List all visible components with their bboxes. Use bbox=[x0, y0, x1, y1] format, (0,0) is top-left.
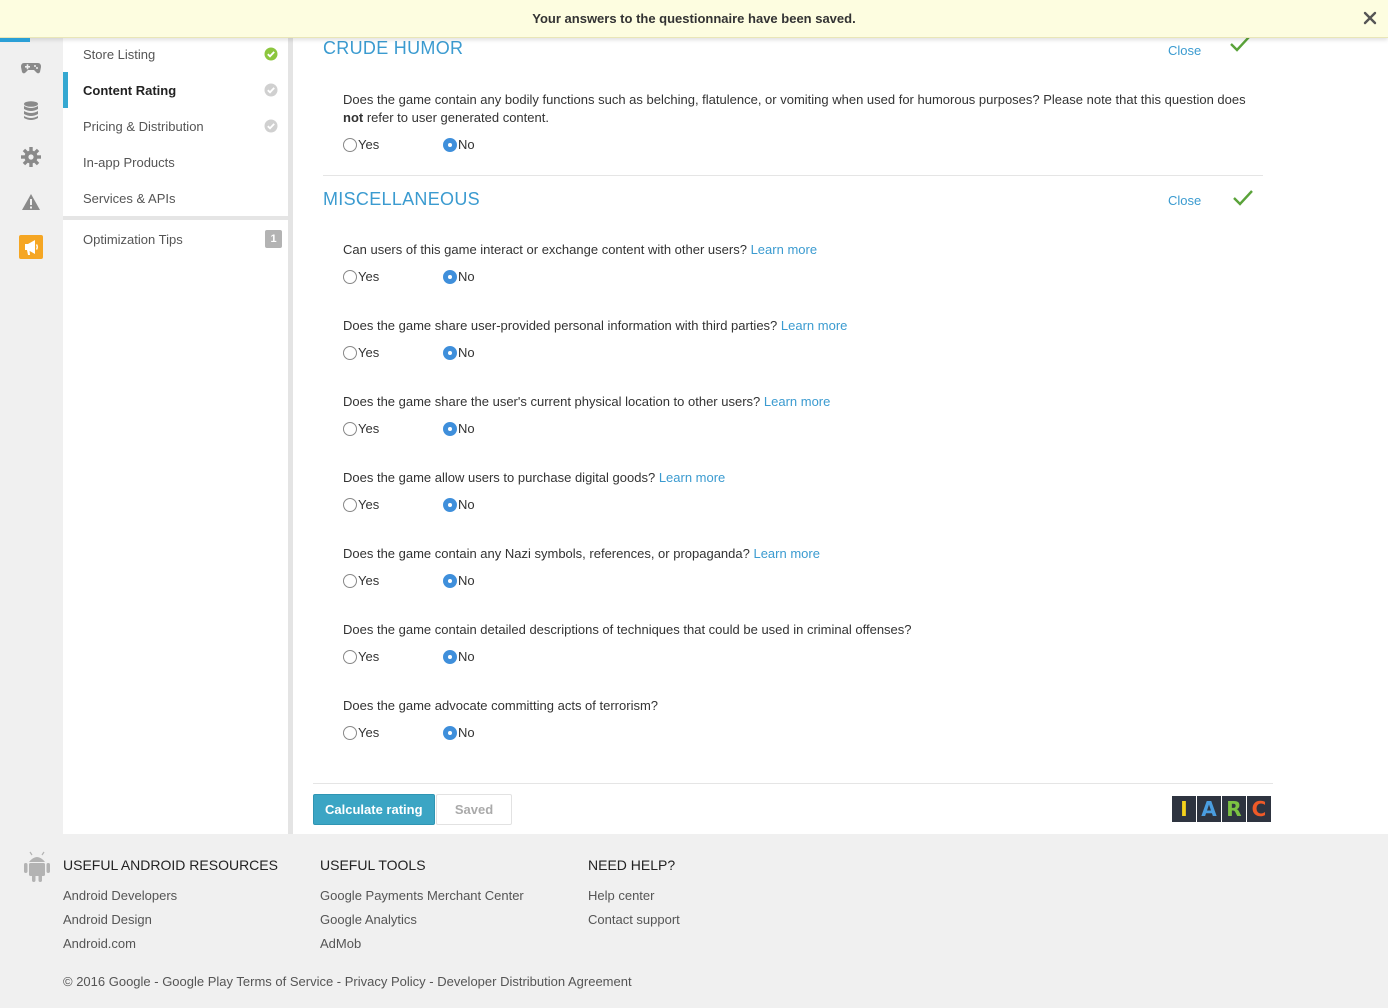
app-icon-rail bbox=[0, 38, 62, 834]
iarc-letter: C bbox=[1247, 796, 1271, 822]
android-icon bbox=[24, 851, 50, 882]
iarc-letter: A bbox=[1197, 796, 1221, 822]
radio-no[interactable]: No bbox=[443, 345, 475, 360]
radio-no[interactable]: No bbox=[443, 649, 475, 664]
miscellaneous-close-link[interactable]: Close bbox=[1168, 193, 1201, 208]
answer-group-personal-info-sharing: Yes No bbox=[343, 345, 543, 363]
save-notification-text: Your answers to the questionnaire have b… bbox=[532, 11, 856, 26]
footer-link-google-analytics[interactable]: Google Analytics bbox=[320, 912, 417, 927]
incomplete-check-icon bbox=[264, 83, 278, 97]
section-complete-check-icon bbox=[1230, 38, 1250, 52]
sidebar-item-label: Optimization Tips bbox=[83, 231, 183, 247]
incomplete-check-icon bbox=[264, 119, 278, 133]
question-criminal-techniques: Does the game contain detailed descripti… bbox=[343, 622, 912, 637]
radio-yes[interactable]: Yes bbox=[343, 269, 379, 284]
content-rating-questionnaire: CRUDE HUMOR Close Does the game contain … bbox=[293, 38, 1388, 834]
section-heading-miscellaneous: MISCELLANEOUS bbox=[323, 189, 480, 209]
footer-heading-tools: USEFUL TOOLS bbox=[320, 857, 426, 873]
radio-no[interactable]: No bbox=[443, 573, 475, 588]
sidebar-item-label: In-app Products bbox=[83, 154, 175, 170]
answer-group-criminal-techniques: Yes No bbox=[343, 649, 543, 667]
sidebar-divider bbox=[63, 216, 288, 220]
sidebar-item-optimization-tips[interactable]: Optimization Tips 1 bbox=[63, 221, 288, 257]
footer-heading-help: NEED HELP? bbox=[588, 857, 676, 873]
question-digital-goods: Does the game allow users to purchase di… bbox=[343, 470, 726, 485]
section-heading-crude-humor: CRUDE HUMOR bbox=[323, 38, 464, 58]
learn-more-link[interactable]: Learn more bbox=[751, 242, 817, 257]
iarc-letter: I bbox=[1172, 796, 1196, 822]
close-icon[interactable] bbox=[1360, 8, 1380, 28]
saved-button: Saved bbox=[436, 794, 512, 825]
gamepad-icon[interactable] bbox=[20, 56, 42, 78]
radio-yes[interactable]: Yes bbox=[343, 137, 379, 152]
save-notification-bar: Your answers to the questionnaire have b… bbox=[0, 0, 1388, 38]
footer-link-android-com[interactable]: Android.com bbox=[63, 936, 136, 951]
sidebar-item-label: Content Rating bbox=[83, 82, 177, 98]
gear-icon[interactable] bbox=[20, 146, 42, 168]
crude-humor-close-link[interactable]: Close bbox=[1168, 43, 1201, 58]
radio-no[interactable]: No bbox=[443, 497, 475, 512]
footer-link-payments-merchant-center[interactable]: Google Payments Merchant Center bbox=[320, 888, 524, 903]
footer-link-android-developers[interactable]: Android Developers bbox=[63, 888, 177, 903]
section-divider bbox=[323, 175, 1263, 176]
sidebar-item-pricing-distribution[interactable]: Pricing & Distribution bbox=[63, 108, 288, 144]
radio-no[interactable]: No bbox=[443, 725, 475, 740]
learn-more-link[interactable]: Learn more bbox=[764, 394, 830, 409]
question-location-sharing: Does the game share the user's current p… bbox=[343, 394, 831, 409]
footer-copyright: © 2016 Google - Google Play Terms of Ser… bbox=[63, 974, 632, 989]
actions-divider bbox=[313, 783, 1273, 784]
radio-no[interactable]: No bbox=[443, 269, 475, 284]
question-user-interaction: Can users of this game interact or excha… bbox=[343, 242, 818, 257]
iarc-letter: R bbox=[1222, 796, 1246, 822]
megaphone-icon[interactable] bbox=[19, 235, 43, 259]
calculate-rating-button[interactable]: Calculate rating bbox=[313, 794, 435, 825]
answer-group-digital-goods: Yes No bbox=[343, 497, 543, 515]
footer-heading-resources: USEFUL ANDROID RESOURCES bbox=[63, 857, 278, 873]
question-personal-info-sharing: Does the game share user-provided person… bbox=[343, 318, 848, 333]
question-terrorism: Does the game advocate committing acts o… bbox=[343, 698, 659, 713]
footer-link-contact-support[interactable]: Contact support bbox=[588, 912, 680, 927]
radio-yes[interactable]: Yes bbox=[343, 649, 379, 664]
section-complete-check-icon bbox=[1233, 190, 1253, 206]
footer-link-admob[interactable]: AdMob bbox=[320, 936, 361, 951]
radio-yes[interactable]: Yes bbox=[343, 573, 379, 588]
warning-icon[interactable] bbox=[20, 191, 42, 213]
radio-yes[interactable]: Yes bbox=[343, 725, 379, 740]
sidebar-item-label: Services & APIs bbox=[83, 190, 176, 206]
learn-more-link[interactable]: Learn more bbox=[659, 470, 725, 485]
learn-more-link[interactable]: Learn more bbox=[753, 546, 819, 561]
radio-yes[interactable]: Yes bbox=[343, 497, 379, 512]
app-sidebar-nav: Store Listing Content Rating Pricing & D… bbox=[63, 38, 288, 834]
footer-link-android-design[interactable]: Android Design bbox=[63, 912, 152, 927]
learn-more-link[interactable]: Learn more bbox=[781, 318, 847, 333]
answer-group-user-interaction: Yes No bbox=[343, 269, 543, 287]
iarc-logo: I A R C bbox=[1172, 796, 1271, 822]
answer-group-bodily-functions: Yes No bbox=[343, 137, 543, 155]
sidebar-item-store-listing[interactable]: Store Listing bbox=[63, 36, 288, 72]
answer-group-terrorism: Yes No bbox=[343, 725, 543, 743]
radio-no[interactable]: No bbox=[443, 421, 475, 436]
sidebar-item-in-app-products[interactable]: In-app Products bbox=[63, 144, 288, 180]
answer-group-location-sharing: Yes No bbox=[343, 421, 543, 439]
page-footer: USEFUL ANDROID RESOURCES Android Develop… bbox=[0, 834, 1388, 1008]
sidebar-item-content-rating[interactable]: Content Rating bbox=[63, 72, 288, 108]
question-bodily-functions: Does the game contain any bodily functio… bbox=[343, 92, 1246, 125]
answer-group-nazi-symbols: Yes No bbox=[343, 573, 543, 591]
complete-check-icon bbox=[264, 47, 278, 61]
sidebar-item-services-apis[interactable]: Services & APIs bbox=[63, 180, 288, 216]
radio-no[interactable]: No bbox=[443, 137, 475, 152]
footer-link-help-center[interactable]: Help center bbox=[588, 888, 654, 903]
optimization-count-badge: 1 bbox=[265, 230, 282, 248]
sidebar-item-label: Pricing & Distribution bbox=[83, 118, 204, 134]
progress-accent bbox=[0, 38, 30, 42]
radio-yes[interactable]: Yes bbox=[343, 345, 379, 360]
database-icon[interactable] bbox=[20, 100, 42, 122]
radio-yes[interactable]: Yes bbox=[343, 421, 379, 436]
question-nazi-symbols: Does the game contain any Nazi symbols, … bbox=[343, 546, 820, 561]
sidebar-item-label: Store Listing bbox=[83, 46, 156, 62]
